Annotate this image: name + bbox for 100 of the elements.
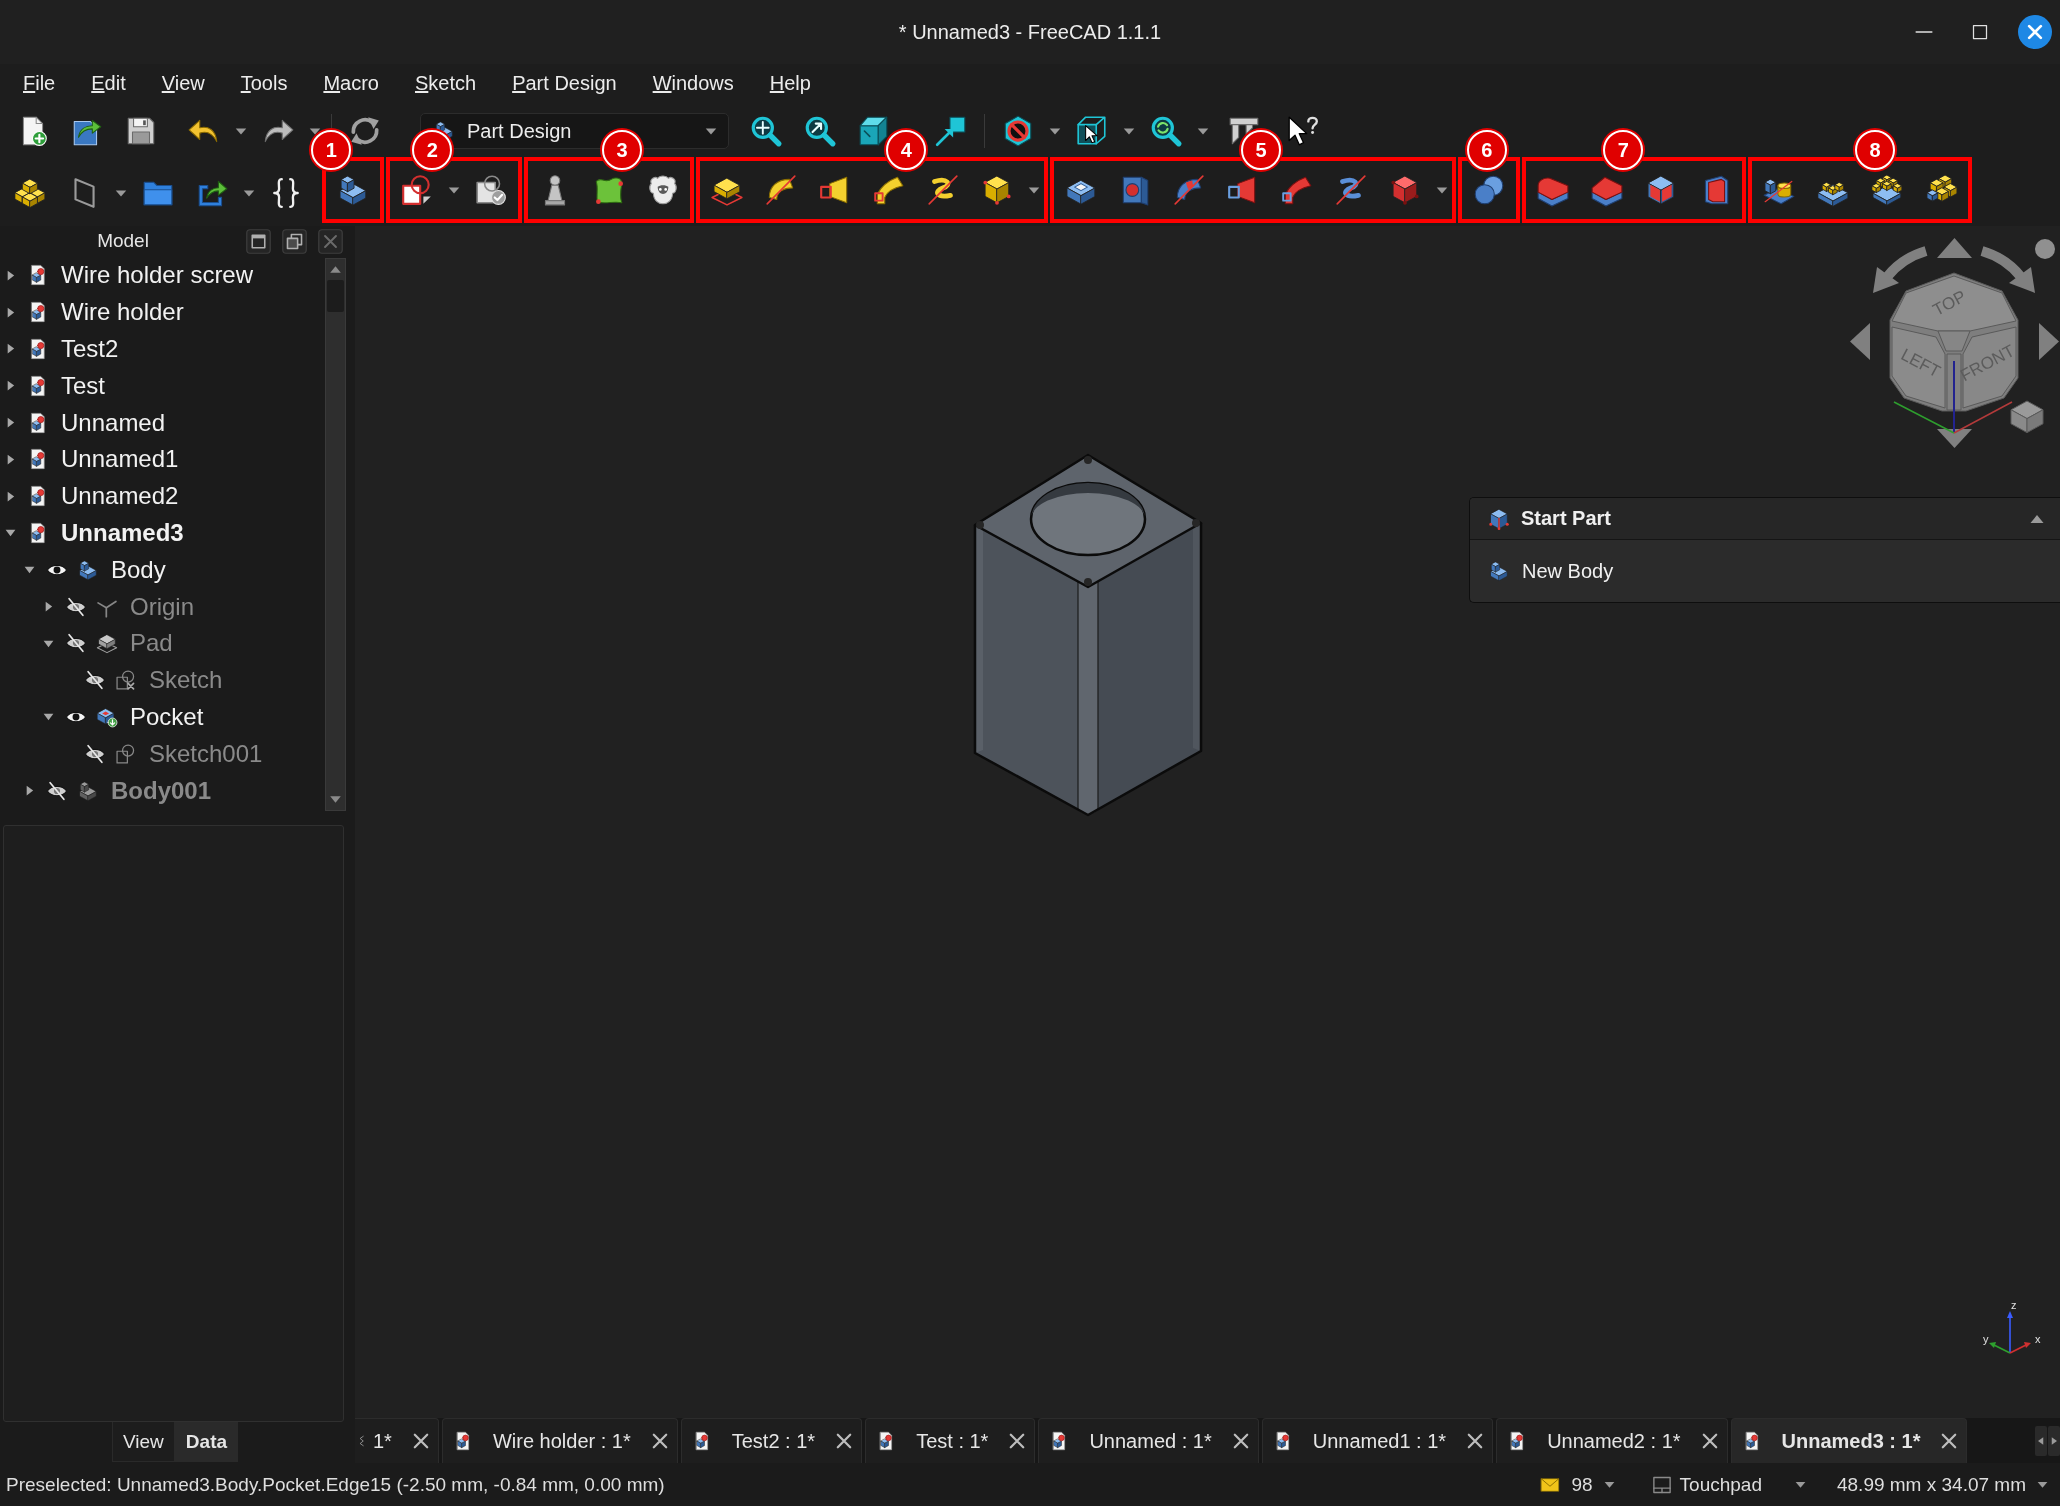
tree-item[interactable]: Unnamed2: [61, 482, 179, 511]
tree-item[interactable]: Sketch001: [149, 739, 263, 768]
tab-label: Test2 : 1*: [731, 1429, 816, 1453]
down-triangle-icon[interactable]: [1937, 429, 1972, 448]
document-tab[interactable]: Unnamed : 1*: [1038, 1418, 1259, 1463]
menu-item[interactable]: Macro: [305, 71, 397, 95]
tree-item[interactable]: Test: [61, 371, 105, 400]
eye-slashed-icon[interactable]: [65, 632, 87, 655]
scrollbar[interactable]: [325, 258, 346, 811]
scroll-right-icon[interactable]: [2048, 1425, 2060, 1456]
menu-item[interactable]: Edit: [73, 71, 144, 95]
tree-item[interactable]: Pocket: [130, 702, 204, 731]
task-panel-header[interactable]: Start Part: [1470, 498, 2060, 540]
menu-item[interactable]: Part Design: [494, 71, 635, 95]
menu-dot-icon[interactable]: [2035, 239, 2055, 259]
close-icon[interactable]: [1700, 1432, 1719, 1450]
tree-item[interactable]: Unnamed3: [61, 518, 184, 547]
scroll-left-icon[interactable]: [2035, 1425, 2047, 1456]
cursor-question-icon[interactable]: [1286, 114, 1320, 148]
menu-item[interactable]: Sketch: [397, 71, 495, 95]
tree-item[interactable]: Origin: [130, 592, 195, 621]
document-tab[interactable]: Unnamed2 : 1*: [1496, 1418, 1728, 1463]
cube-cursor-icon[interactable]: [1075, 114, 1109, 148]
tree-item[interactable]: Body001: [111, 776, 212, 805]
zoom-refresh-icon[interactable]: [1149, 114, 1183, 148]
tree-item[interactable]: Unnamed1: [61, 445, 179, 474]
menu-item[interactable]: Help: [751, 71, 829, 95]
close-icon[interactable]: [1008, 1432, 1027, 1450]
close-icon[interactable]: [411, 1432, 430, 1450]
scrollbar-thumb[interactable]: [327, 280, 344, 312]
zoom-fit-icon[interactable]: [749, 114, 783, 148]
notifications-button[interactable]: 98: [1539, 1473, 1616, 1496]
step-block-icon: [77, 558, 99, 581]
tab-label: Unnamed3 : 1*: [1781, 1429, 1921, 1453]
document-tab[interactable]: Unnamed1 : 1*: [1261, 1418, 1494, 1463]
window-close-icon[interactable]: [2018, 15, 2052, 49]
navigation-style-button[interactable]: Touchpad: [1651, 1473, 1807, 1496]
cube-dots-icon[interactable]: [980, 173, 1014, 207]
annotation-badge: 2: [412, 130, 453, 170]
property-tab[interactable]: View: [112, 1422, 175, 1462]
helix-icon[interactable]: [926, 173, 960, 207]
document-tab[interactable]: Unnamed3 : 1*: [1730, 1418, 1968, 1463]
two-spheres-icon[interactable]: [1472, 173, 1506, 207]
close-icon[interactable]: [835, 1432, 854, 1450]
helix-cut-icon[interactable]: [1334, 173, 1368, 207]
dimensions-button[interactable]: 48.99 mm x 34.07 mm: [1836, 1473, 2060, 1496]
eye-slashed-icon[interactable]: [84, 742, 106, 765]
close-panel-icon[interactable]: [318, 228, 343, 254]
x-axis-arrow: [2009, 1342, 2031, 1354]
arc-solid-icon[interactable]: [764, 173, 798, 207]
new-body-action[interactable]: New Body: [1488, 559, 1614, 583]
up-triangle-icon[interactable]: [1937, 238, 1972, 258]
document-tab[interactable]: Test2 : 1*: [680, 1418, 863, 1463]
rotate-right-arrow-icon[interactable]: [1980, 246, 2035, 293]
document-tab[interactable]: 1*: [355, 1418, 439, 1463]
tree-item[interactable]: Wire holder screw: [61, 261, 254, 290]
rotate-left-arrow-icon[interactable]: [1873, 246, 1928, 293]
eye-slashed-icon[interactable]: [84, 669, 106, 692]
z-axis-arrow: [2007, 1311, 2013, 1354]
step-block-icon: [77, 779, 99, 802]
close-icon[interactable]: [1466, 1432, 1485, 1450]
tree-item[interactable]: Pad: [130, 629, 173, 658]
solid-cube-icon[interactable]: [1388, 173, 1422, 207]
tab-label: Wire holder : 1*: [492, 1429, 631, 1453]
axis-label: x: [2035, 1333, 2041, 1345]
stacked-blocks-icon[interactable]: [13, 176, 47, 210]
float-window-icon[interactable]: [246, 228, 271, 254]
annotation-badge: 1: [311, 130, 352, 170]
square-circle-check-icon[interactable]: [474, 173, 508, 207]
menu-item[interactable]: Windows: [634, 71, 752, 95]
eye-slashed-icon[interactable]: [65, 595, 87, 618]
left-triangle-icon[interactable]: [1850, 323, 1870, 360]
diagonal-arrow-icon[interactable]: [934, 114, 968, 148]
tree-item[interactable]: Unnamed: [61, 408, 166, 437]
square-circle-icon[interactable]: [400, 173, 434, 207]
menu-item[interactable]: Tools: [222, 71, 306, 95]
close-icon[interactable]: [1231, 1432, 1250, 1450]
axis-label: z: [2011, 1299, 2017, 1311]
cube-grid-icon[interactable]: [1870, 173, 1904, 207]
right-triangle-icon[interactable]: [2039, 323, 2059, 360]
refresh-icon[interactable]: [348, 114, 382, 148]
arc-groove-icon[interactable]: [1172, 173, 1206, 207]
close-icon[interactable]: [1940, 1432, 1959, 1450]
menu-item[interactable]: View: [143, 71, 223, 95]
tab-label: Unnamed : 1*: [1089, 1429, 1212, 1453]
tree-item[interactable]: Wire holder: [61, 298, 184, 327]
menu-item[interactable]: File: [5, 71, 74, 95]
restore-window-icon[interactable]: [282, 228, 307, 254]
tree-item[interactable]: Sketch: [149, 666, 223, 695]
maximize-icon[interactable]: [1972, 24, 1988, 40]
close-icon[interactable]: [650, 1432, 669, 1450]
document-tab[interactable]: Wire holder : 1*: [441, 1418, 678, 1463]
sheep-icon[interactable]: [646, 173, 680, 207]
tree-item[interactable]: Test2: [61, 335, 119, 363]
zoom-arrow-icon[interactable]: [803, 114, 837, 148]
tree-item[interactable]: Body: [111, 555, 166, 584]
small-cube-icon[interactable]: [2010, 400, 2044, 434]
document-tab[interactable]: Test : 1*: [865, 1418, 1036, 1463]
property-tab[interactable]: Data: [174, 1422, 239, 1462]
eye-slashed-icon[interactable]: [46, 779, 68, 802]
